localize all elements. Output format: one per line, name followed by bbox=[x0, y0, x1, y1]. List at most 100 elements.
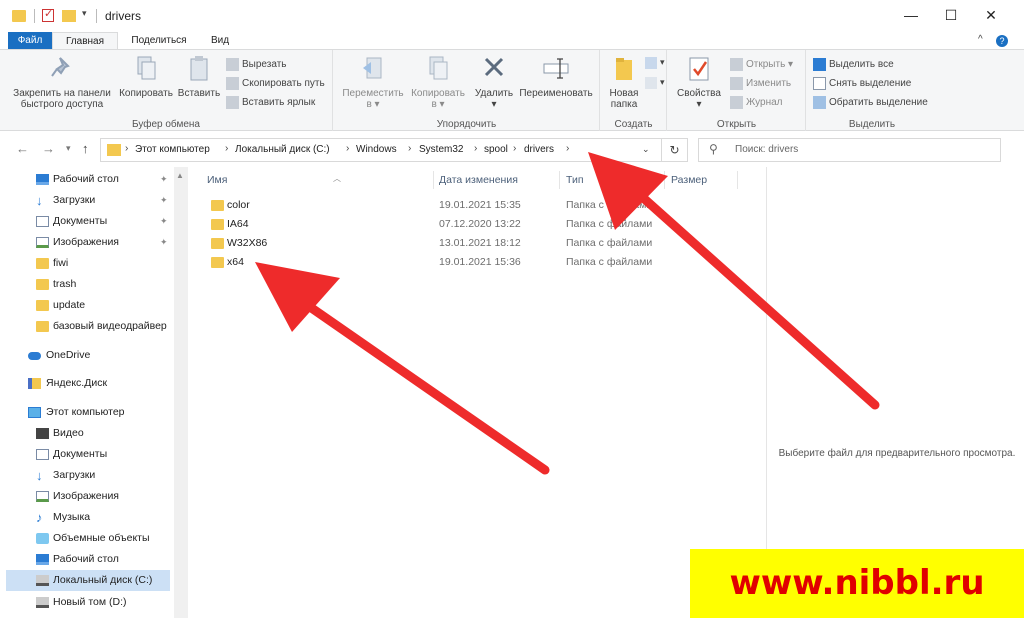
new-item-button[interactable]: ▾ bbox=[645, 54, 665, 70]
breadcrumb-item[interactable]: drivers bbox=[524, 144, 554, 155]
search-box[interactable]: ⚲ Поиск: drivers bbox=[698, 138, 1001, 162]
nav-item-music[interactable]: ♪ Музыка bbox=[0, 507, 174, 528]
nav-item-desktop-pinned[interactable]: Рабочий стол ✦ bbox=[0, 169, 174, 190]
move-to-button[interactable]: Переместить в ▾ bbox=[340, 54, 406, 110]
nav-item-onedrive[interactable]: OneDrive bbox=[0, 345, 174, 366]
paste-shortcut-label: Вставить ярлык bbox=[242, 97, 316, 108]
collapse-ribbon-icon[interactable]: ^ bbox=[978, 34, 983, 45]
breadcrumb-item[interactable]: System32 bbox=[419, 144, 463, 155]
delete-button[interactable]: Удалить ▾ bbox=[472, 54, 516, 110]
nav-item-pictures-pinned[interactable]: Изображения ✦ bbox=[0, 232, 174, 253]
tab-home[interactable]: Главная bbox=[52, 32, 118, 50]
file-type: Папка с файлами bbox=[566, 199, 653, 211]
nav-item-3d-objects[interactable]: Объемные объекты bbox=[0, 528, 174, 549]
copy-button[interactable]: Копировать bbox=[116, 54, 176, 99]
nav-item-desktop[interactable]: Рабочий стол bbox=[0, 549, 174, 570]
nav-item-fiwi[interactable]: fiwi bbox=[0, 253, 174, 274]
file-date: 07.12.2020 13:22 bbox=[439, 218, 521, 230]
chevron-down-icon[interactable]: ⌄ bbox=[642, 144, 650, 155]
nav-item-local-disk-c[interactable]: Локальный диск (C:) bbox=[6, 570, 170, 591]
nav-item-pictures[interactable]: Изображения bbox=[0, 486, 174, 507]
sort-up-icon: ︿ bbox=[333, 174, 341, 183]
select-none-button[interactable]: Снять выделение bbox=[813, 76, 911, 92]
nav-item-label: Загрузки bbox=[53, 469, 96, 481]
properties-button[interactable]: Свойства ▾ bbox=[674, 54, 724, 110]
customize-toolbar-icon[interactable]: ▾ bbox=[82, 8, 87, 24]
pin-quick-access-button[interactable]: Закрепить на панели быстрого доступа bbox=[8, 54, 116, 110]
breadcrumb-item[interactable]: Этот компьютер bbox=[135, 144, 210, 155]
window-title: drivers bbox=[105, 9, 142, 23]
nav-item-documents[interactable]: Документы bbox=[0, 444, 174, 465]
nav-item-update[interactable]: update bbox=[0, 295, 174, 316]
folder-icon bbox=[36, 300, 49, 311]
invert-selection-button[interactable]: Обратить выделение bbox=[813, 95, 928, 111]
tab-view[interactable]: Вид bbox=[200, 32, 240, 50]
column-header-type[interactable]: Тип bbox=[566, 173, 666, 193]
column-header-name[interactable]: Имя ︿ bbox=[207, 173, 433, 193]
drive-icon bbox=[36, 597, 49, 608]
easy-access-button[interactable]: ▾ bbox=[645, 74, 665, 90]
column-header-size[interactable]: Размер bbox=[671, 173, 741, 193]
rename-label: Переименовать bbox=[519, 88, 593, 99]
chevron-right-icon: › bbox=[125, 143, 129, 154]
back-arrow-icon[interactable]: ← bbox=[16, 141, 29, 156]
copy-to-button[interactable]: Копировать в ▾ bbox=[406, 54, 470, 110]
rename-button[interactable]: Переименовать bbox=[516, 54, 596, 99]
address-bar[interactable]: › Этот компьютер › Локальный диск (C:) ›… bbox=[100, 138, 662, 162]
scroll-up-icon[interactable]: ▲ bbox=[176, 171, 184, 180]
file-type: Папка с файлами bbox=[566, 256, 653, 268]
breadcrumb-item[interactable]: spool bbox=[484, 144, 508, 155]
tab-share[interactable]: Поделиться bbox=[124, 32, 194, 50]
nav-item-new-volume-d[interactable]: Новый том (D:) bbox=[0, 592, 174, 613]
nav-item-video[interactable]: Видео bbox=[0, 423, 174, 444]
select-all-button[interactable]: Выделить все bbox=[813, 57, 894, 73]
open-icon bbox=[730, 57, 743, 71]
history-label: Журнал bbox=[746, 97, 783, 108]
history-button[interactable]: Журнал bbox=[730, 95, 783, 111]
table-row[interactable]: W32X86 13.01.2021 18:12 Папка с файлами bbox=[203, 234, 663, 253]
table-row[interactable]: color 19.01.2021 15:35 Папка с файлами bbox=[203, 196, 663, 215]
pin-icon[interactable]: ✦ bbox=[160, 169, 168, 190]
pin-icon[interactable]: ✦ bbox=[160, 211, 168, 232]
nav-item-video-driver[interactable]: базовый видеодрайвер bbox=[0, 316, 174, 337]
tab-file[interactable]: Файл bbox=[8, 32, 52, 50]
column-divider[interactable] bbox=[433, 171, 434, 189]
pin-icon[interactable]: ✦ bbox=[160, 232, 168, 253]
table-row[interactable]: IA64 07.12.2020 13:22 Папка с файлами bbox=[203, 215, 663, 234]
column-divider[interactable] bbox=[559, 171, 560, 189]
edit-button[interactable]: Изменить bbox=[730, 76, 791, 92]
cut-button[interactable]: Вырезать bbox=[226, 57, 286, 73]
help-icon[interactable]: ? bbox=[996, 35, 1008, 47]
paste-button[interactable]: Вставить bbox=[176, 54, 222, 99]
nav-item-this-pc[interactable]: Этот компьютер bbox=[0, 402, 174, 423]
search-input[interactable]: Поиск: drivers bbox=[735, 144, 798, 155]
nav-item-trash[interactable]: trash bbox=[0, 274, 174, 295]
nav-item-yandex-disk[interactable]: Яндекс.Диск bbox=[0, 373, 174, 394]
pin-icon[interactable]: ✦ bbox=[160, 190, 168, 211]
copy-icon bbox=[137, 56, 156, 80]
breadcrumb-item[interactable]: Локальный диск (C:) bbox=[235, 144, 330, 155]
copy-path-button[interactable]: Скопировать путь bbox=[226, 76, 325, 92]
rename-icon bbox=[543, 58, 569, 79]
nav-item-downloads-pinned[interactable]: ↓ Загрузки ✦ bbox=[0, 190, 174, 211]
column-header-date[interactable]: Дата изменения bbox=[439, 173, 563, 193]
column-divider[interactable] bbox=[664, 171, 665, 189]
recent-locations-icon[interactable]: ▾ bbox=[66, 143, 71, 154]
new-folder-icon[interactable] bbox=[62, 10, 76, 22]
nav-item-label: Загрузки bbox=[53, 194, 96, 206]
paste-shortcut-button[interactable]: Вставить ярлык bbox=[226, 95, 315, 111]
refresh-button[interactable]: ↻ bbox=[662, 138, 688, 162]
properties-icon[interactable] bbox=[42, 7, 54, 22]
new-folder-button[interactable]: Новая папка bbox=[605, 54, 643, 110]
open-button[interactable]: Открыть ▾ bbox=[730, 57, 793, 73]
close-button[interactable]: ✕ bbox=[968, 0, 1014, 32]
nav-scrollbar[interactable]: ▲ bbox=[174, 167, 188, 618]
folder-icon bbox=[36, 321, 49, 332]
nav-item-downloads[interactable]: ↓ Загрузки bbox=[0, 465, 174, 486]
nav-item-documents-pinned[interactable]: Документы ✦ bbox=[0, 211, 174, 232]
breadcrumb-item[interactable]: Windows bbox=[356, 144, 397, 155]
forward-arrow-icon[interactable]: → bbox=[42, 141, 55, 156]
up-arrow-icon[interactable]: ↑ bbox=[82, 141, 89, 156]
column-divider[interactable] bbox=[737, 171, 738, 189]
table-row[interactable]: x64 19.01.2021 15:36 Папка с файлами bbox=[203, 253, 663, 272]
